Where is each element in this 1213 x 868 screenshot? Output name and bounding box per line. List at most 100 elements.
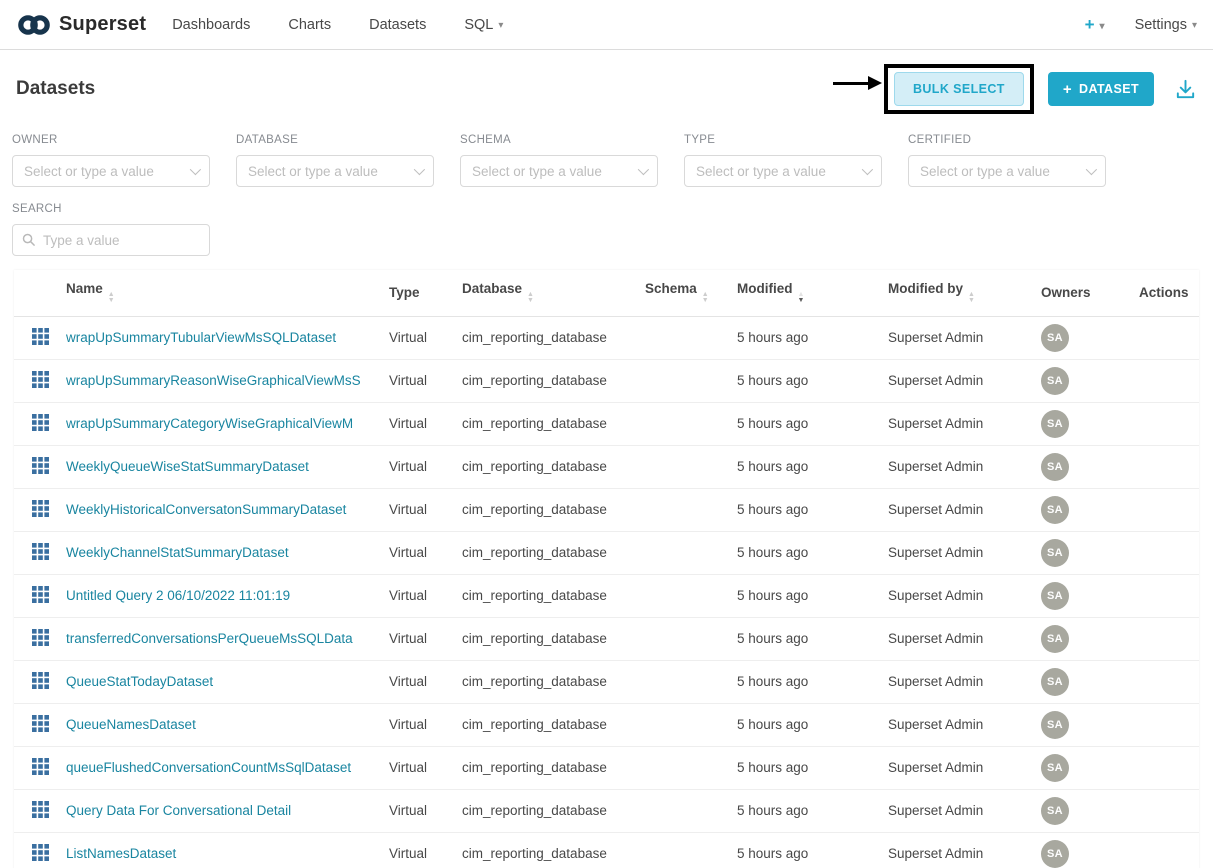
table-row: wrapUpSummaryTubularViewMsSQLDataset Vir… (14, 316, 1199, 359)
nav-dashboards[interactable]: Dashboards (172, 17, 250, 33)
owner-avatar[interactable]: SA (1041, 582, 1069, 610)
page-title: Datasets (16, 78, 95, 100)
nav-sql[interactable]: SQL▾ (464, 17, 503, 33)
bulk-select-button[interactable]: BULK SELECT (894, 72, 1024, 106)
owner-filter-select[interactable]: Select or type a value (12, 155, 210, 187)
col-database[interactable]: Database▲▼ (462, 270, 645, 316)
add-dataset-label: DATASET (1079, 82, 1139, 96)
dataset-type: Virtual (389, 832, 462, 868)
row-actions (1139, 832, 1199, 868)
dataset-schema (645, 488, 737, 531)
dataset-name-link[interactable]: ListNamesDataset (66, 846, 176, 861)
filter-label-certified: CERTIFIED (908, 134, 1106, 146)
chevron-down-icon (862, 164, 873, 175)
dataset-grid-icon (32, 543, 49, 560)
certified-filter-placeholder: Select or type a value (920, 164, 1050, 179)
page-header: Datasets BULK SELECT + DATASET (0, 50, 1213, 122)
add-dataset-button[interactable]: + DATASET (1048, 72, 1154, 106)
nav-charts[interactable]: Charts (288, 17, 331, 33)
dataset-modified-by: Superset Admin (888, 746, 1041, 789)
chevron-down-icon: ▾ (1192, 20, 1197, 31)
certified-filter-select[interactable]: Select or type a value (908, 155, 1106, 187)
col-actions: Actions (1139, 270, 1199, 316)
dataset-name-link[interactable]: WeeklyQueueWiseStatSummaryDataset (66, 459, 309, 474)
superset-logo-icon (16, 13, 52, 37)
dataset-name-link[interactable]: wrapUpSummaryTubularViewMsSQLDataset (66, 330, 336, 345)
dataset-database: cim_reporting_database (462, 359, 645, 402)
owner-avatar[interactable]: SA (1041, 625, 1069, 653)
dataset-database: cim_reporting_database (462, 660, 645, 703)
nav-datasets[interactable]: Datasets (369, 17, 426, 33)
dataset-name-link[interactable]: wrapUpSummaryReasonWiseGraphicalViewMsS (66, 373, 361, 388)
owner-avatar[interactable]: SA (1041, 496, 1069, 524)
owner-filter-placeholder: Select or type a value (24, 164, 154, 179)
dataset-name-link[interactable]: QueueStatTodayDataset (66, 674, 213, 689)
dataset-modified-by: Superset Admin (888, 445, 1041, 488)
table-row: Untitled Query 2 06/10/2022 11:01:19 Vir… (14, 574, 1199, 617)
new-item-menu-button[interactable]: +▾ (1085, 15, 1105, 35)
filter-label-type: TYPE (684, 134, 882, 146)
dataset-type: Virtual (389, 316, 462, 359)
dataset-schema (645, 531, 737, 574)
owner-avatar[interactable]: SA (1041, 410, 1069, 438)
dataset-type: Virtual (389, 789, 462, 832)
col-modified-by[interactable]: Modified by▲▼ (888, 270, 1041, 316)
col-modified[interactable]: Modified▲▼ (737, 270, 888, 316)
settings-menu-button[interactable]: Settings ▾ (1135, 17, 1197, 33)
dataset-name-link[interactable]: wrapUpSummaryCategoryWiseGraphicalViewM (66, 416, 353, 431)
table-row: wrapUpSummaryReasonWiseGraphicalViewMsS … (14, 359, 1199, 402)
dataset-schema (645, 445, 737, 488)
dataset-database: cim_reporting_database (462, 617, 645, 660)
page: Superset Dashboards Charts Datasets SQL▾… (0, 0, 1213, 868)
col-name[interactable]: Name▲▼ (66, 270, 389, 316)
row-actions (1139, 402, 1199, 445)
dataset-name-link[interactable]: WeeklyChannelStatSummaryDataset (66, 545, 289, 560)
owner-avatar[interactable]: SA (1041, 840, 1069, 868)
col-schema[interactable]: Schema▲▼ (645, 270, 737, 316)
row-actions (1139, 660, 1199, 703)
dataset-modified-by: Superset Admin (888, 574, 1041, 617)
dataset-name-link[interactable]: QueueNamesDataset (66, 717, 196, 732)
type-filter-select[interactable]: Select or type a value (684, 155, 882, 187)
dataset-grid-icon (32, 414, 49, 431)
owner-avatar[interactable]: SA (1041, 453, 1069, 481)
export-download-icon[interactable] (1174, 78, 1197, 101)
dataset-modified-by: Superset Admin (888, 703, 1041, 746)
dataset-type: Virtual (389, 445, 462, 488)
settings-label: Settings (1135, 17, 1187, 33)
dataset-grid-icon (32, 758, 49, 775)
owner-avatar[interactable]: SA (1041, 668, 1069, 696)
plus-icon: + (1085, 15, 1095, 34)
sort-icon: ▲▼ (968, 292, 975, 304)
search-input[interactable] (12, 224, 210, 256)
dataset-name-link[interactable]: Untitled Query 2 06/10/2022 11:01:19 (66, 588, 290, 603)
table-header-row: Name▲▼ Type Database▲▼ Schema▲▼ Modified… (14, 270, 1199, 316)
dataset-name-link[interactable]: queueFlushedConversationCountMsSqlDatase… (66, 760, 351, 775)
dataset-grid-icon (32, 844, 49, 861)
dataset-modified: 5 hours ago (737, 488, 888, 531)
dataset-type: Virtual (389, 531, 462, 574)
dataset-modified-by: Superset Admin (888, 316, 1041, 359)
dataset-name-link[interactable]: Query Data For Conversational Detail (66, 803, 291, 818)
dataset-grid-icon (32, 328, 49, 345)
owner-avatar[interactable]: SA (1041, 754, 1069, 782)
owner-avatar[interactable]: SA (1041, 539, 1069, 567)
owner-avatar[interactable]: SA (1041, 797, 1069, 825)
table-row: WeeklyChannelStatSummaryDataset Virtual … (14, 531, 1199, 574)
owner-avatar[interactable]: SA (1041, 367, 1069, 395)
dataset-name-link[interactable]: WeeklyHistoricalConversatonSummaryDatase… (66, 502, 346, 517)
dataset-database: cim_reporting_database (462, 832, 645, 868)
owner-avatar[interactable]: SA (1041, 711, 1069, 739)
database-filter-select[interactable]: Select or type a value (236, 155, 434, 187)
dataset-type: Virtual (389, 746, 462, 789)
row-actions (1139, 574, 1199, 617)
schema-filter-select[interactable]: Select or type a value (460, 155, 658, 187)
annotation-arrow-head (868, 76, 882, 90)
table-row: ListNamesDataset Virtual cim_reporting_d… (14, 832, 1199, 868)
row-actions (1139, 488, 1199, 531)
superset-logo[interactable]: Superset (16, 13, 146, 37)
dataset-modified: 5 hours ago (737, 703, 888, 746)
owner-avatar[interactable]: SA (1041, 324, 1069, 352)
sort-icon: ▲▼ (108, 292, 115, 304)
dataset-name-link[interactable]: transferredConversationsPerQueueMsSQLDat… (66, 631, 353, 646)
